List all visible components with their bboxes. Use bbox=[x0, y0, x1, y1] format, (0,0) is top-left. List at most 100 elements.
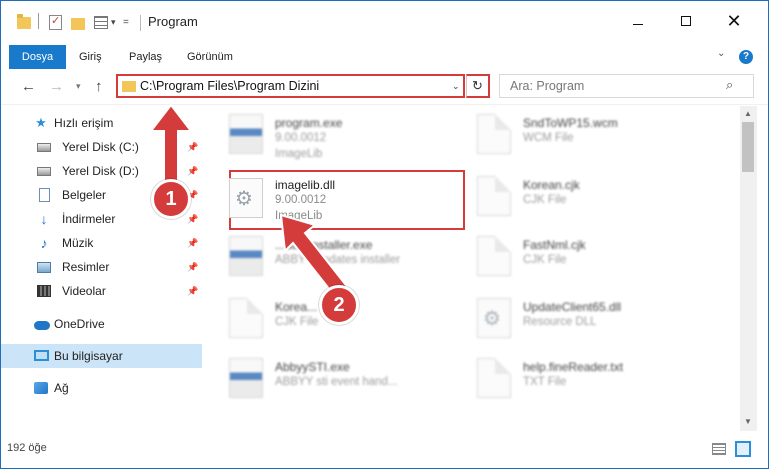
videos-icon bbox=[37, 285, 51, 297]
dll-file-icon bbox=[477, 298, 511, 338]
computer-icon bbox=[34, 350, 49, 361]
file-item[interactable]: help.fineReader.txt TXT File bbox=[455, 352, 695, 414]
sidebar-item-onedrive[interactable]: OneDrive bbox=[1, 312, 202, 336]
expand-ribbon-icon[interactable]: ⌄ bbox=[717, 48, 725, 59]
maximize-icon bbox=[681, 16, 691, 26]
file-type: WCM File bbox=[523, 132, 574, 144]
sidebar-item-music[interactable]: ♪ Müzik 📌 bbox=[1, 231, 202, 255]
up-button[interactable]: ↑ bbox=[95, 78, 103, 95]
chevron-down-icon[interactable]: ▾ bbox=[111, 17, 116, 33]
callout-badge-1: 1 bbox=[151, 179, 191, 219]
sidebar-item-label: OneDrive bbox=[54, 317, 105, 331]
file-version: 9.00.0012 bbox=[275, 194, 327, 206]
large-icons-view-icon[interactable] bbox=[735, 441, 751, 457]
properties-icon[interactable] bbox=[49, 14, 62, 30]
document-file-icon bbox=[477, 236, 511, 276]
sidebar-item-videos[interactable]: Videolar 📌 bbox=[1, 279, 202, 303]
scroll-up-icon[interactable]: ▲ bbox=[744, 109, 752, 118]
ribbon-tabs: Dosya Giriş Paylaş Görünüm ⌄ ? bbox=[1, 45, 768, 69]
search-placeholder: Ara: Program bbox=[510, 79, 585, 93]
tab-view[interactable]: Görünüm bbox=[177, 45, 243, 69]
file-version: 9.00.0012 bbox=[275, 132, 327, 144]
new-folder-icon[interactable] bbox=[71, 18, 85, 30]
scrollbar-thumb[interactable] bbox=[742, 122, 754, 172]
drive-icon bbox=[37, 143, 51, 152]
address-bar[interactable]: C:\Program Files\Program Dizini ⌄ bbox=[116, 74, 465, 98]
maximize-button[interactable] bbox=[663, 7, 709, 35]
file-type: CJK File bbox=[275, 316, 319, 328]
sidebar-item-label: Bu bilgisayar bbox=[54, 349, 123, 363]
back-button[interactable]: ← bbox=[21, 78, 36, 95]
document-file-icon bbox=[477, 176, 511, 216]
sidebar-item-label: Videolar bbox=[62, 284, 106, 298]
refresh-button[interactable]: ↻ bbox=[466, 74, 490, 98]
document-file-icon bbox=[477, 358, 511, 398]
file-type: TXT File bbox=[523, 376, 567, 388]
close-icon: ✕ bbox=[726, 10, 742, 31]
pin-icon[interactable]: 📌 bbox=[187, 231, 198, 255]
address-path[interactable]: C:\Program Files\Program Dizini bbox=[140, 79, 319, 93]
dll-file-icon bbox=[229, 178, 263, 218]
pin-icon[interactable]: 📌 bbox=[187, 279, 198, 303]
search-icon: ⌕ bbox=[726, 77, 734, 92]
document-file-icon bbox=[229, 298, 263, 338]
forward-button[interactable]: → bbox=[49, 78, 64, 95]
onedrive-icon bbox=[34, 321, 50, 330]
window-title: Program bbox=[148, 14, 198, 29]
sidebar-item-label: İndirmeler bbox=[62, 212, 116, 226]
file-item[interactable]: Korean.cjk CJK File bbox=[455, 170, 695, 232]
folder-icon bbox=[122, 81, 136, 92]
file-description: ImageLib bbox=[275, 148, 323, 160]
file-item[interactable]: UpdateClient65.dll Resource DLL bbox=[455, 292, 695, 354]
title-bar: ▾ = Program ✕ bbox=[1, 1, 768, 41]
folder-icon bbox=[17, 14, 31, 29]
quick-access-customize-icon[interactable]: = bbox=[123, 17, 129, 33]
file-name: program.exe bbox=[275, 116, 343, 130]
sidebar-item-network[interactable]: Ağ bbox=[1, 376, 202, 400]
star-icon: ★ bbox=[35, 115, 47, 130]
file-type: Resource DLL bbox=[523, 316, 597, 328]
sidebar-item-label: Hızlı erişim bbox=[54, 116, 114, 130]
file-item[interactable]: FastNml.cjk CJK File bbox=[455, 230, 695, 292]
chevron-down-icon[interactable]: ⌄ bbox=[452, 81, 460, 92]
refresh-icon: ↻ bbox=[472, 78, 483, 93]
network-icon bbox=[34, 382, 48, 394]
close-button[interactable]: ✕ bbox=[711, 7, 757, 35]
sidebar-item-label: Yerel Disk (D:) bbox=[62, 164, 139, 178]
tab-share[interactable]: Paylaş bbox=[119, 45, 172, 69]
file-name: Korean.cjk bbox=[523, 178, 580, 192]
status-bar: 192 öğe bbox=[1, 433, 768, 463]
file-type: CJK File bbox=[523, 254, 567, 266]
file-name: help.fineReader.txt bbox=[523, 360, 624, 374]
details-view-icon[interactable] bbox=[712, 443, 726, 455]
scroll-down-icon[interactable]: ▼ bbox=[744, 417, 752, 426]
file-item[interactable]: AbbyySTI.exe ABBYY sti event hand... bbox=[207, 352, 447, 414]
sidebar-item-pictures[interactable]: Resimler 📌 bbox=[1, 255, 202, 279]
document-file-icon bbox=[477, 114, 511, 154]
file-item[interactable]: SndToWP15.wcm WCM File bbox=[455, 108, 695, 170]
help-icon[interactable]: ? bbox=[739, 50, 753, 64]
minimize-button[interactable] bbox=[615, 7, 661, 35]
sidebar-item-this-pc[interactable]: Bu bilgisayar bbox=[1, 344, 202, 368]
pin-icon[interactable]: 📌 bbox=[187, 255, 198, 279]
exe-file-icon bbox=[229, 114, 263, 154]
file-item[interactable]: program.exe 9.00.0012 ImageLib bbox=[207, 108, 447, 170]
file-name: SndToWP15.wcm bbox=[523, 116, 618, 130]
file-name: FastNml.cjk bbox=[523, 238, 586, 252]
search-input[interactable]: Ara: Program ⌕ bbox=[499, 74, 754, 98]
tab-home[interactable]: Giriş bbox=[69, 45, 112, 69]
sidebar-item-label: Müzik bbox=[62, 236, 94, 250]
file-description: ABBYY sti event hand... bbox=[275, 376, 398, 388]
vertical-scrollbar[interactable]: ▲ ▼ bbox=[740, 106, 757, 431]
sidebar-item-label: Ağ bbox=[54, 381, 69, 395]
navigation-bar: ← → ▾ ↑ C:\Program Files\Program Dizini … bbox=[1, 69, 768, 105]
music-icon: ♪ bbox=[40, 235, 48, 251]
tab-file[interactable]: Dosya bbox=[9, 45, 66, 69]
view-icon[interactable] bbox=[94, 16, 108, 29]
divider bbox=[38, 13, 39, 29]
minimize-icon bbox=[633, 23, 643, 25]
recent-locations-icon[interactable]: ▾ bbox=[76, 81, 81, 92]
pictures-icon bbox=[37, 262, 51, 273]
exe-file-icon bbox=[229, 358, 263, 398]
sidebar-item-label: Yerel Disk (C:) bbox=[62, 140, 139, 154]
